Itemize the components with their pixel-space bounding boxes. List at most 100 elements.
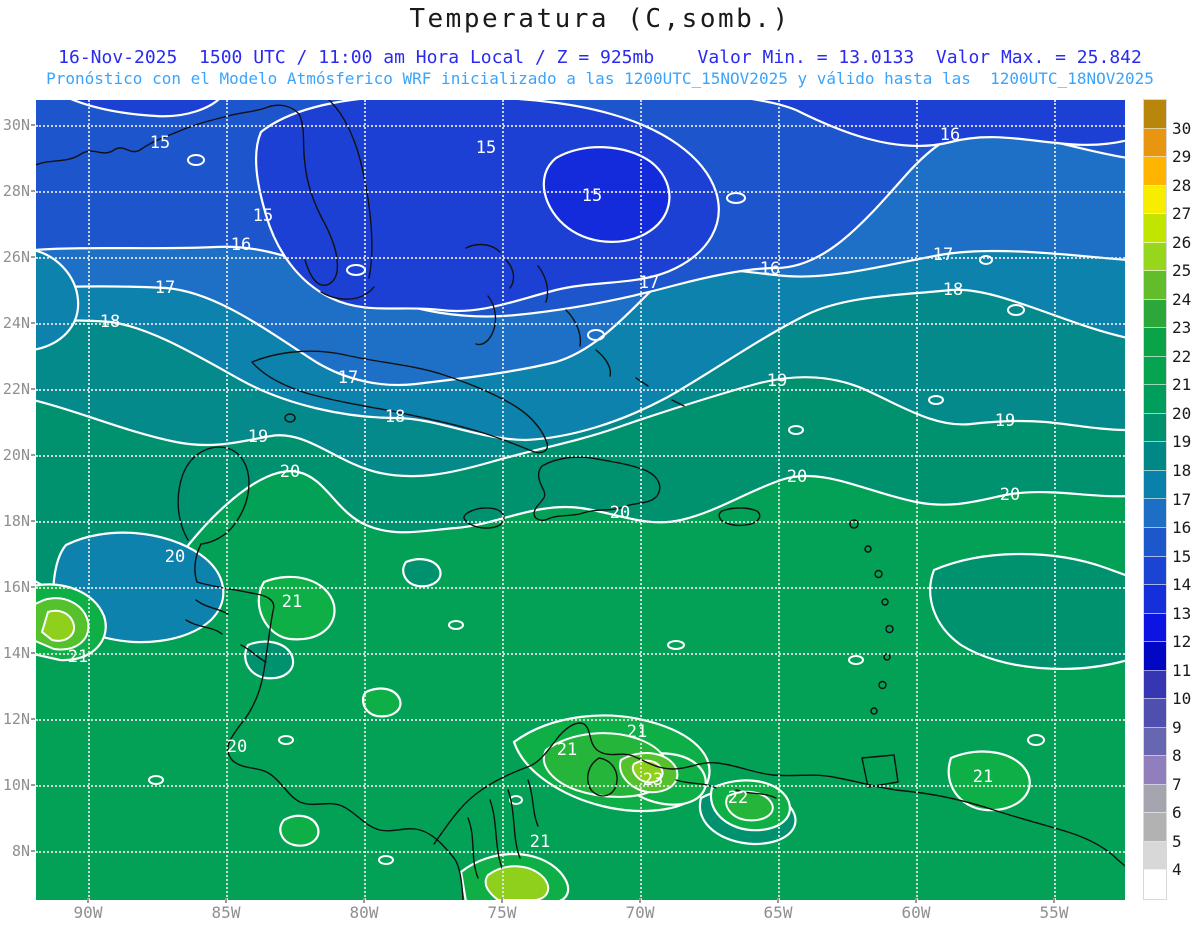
colorbar-tick-label: 28 (1172, 175, 1192, 195)
latitude-tick (31, 652, 35, 654)
gridline-vertical (916, 100, 918, 900)
colorbar-segment (1144, 100, 1166, 129)
contour-label: 21 (281, 592, 303, 612)
contour-label: 19 (994, 411, 1016, 431)
temp-core-24-25 (40, 609, 76, 642)
colorbar-segment (1144, 413, 1166, 443)
temp-patch-21-22 (279, 814, 320, 847)
colorbar-tick-label: 14 (1172, 575, 1192, 595)
colorbar-segment (1144, 613, 1166, 643)
contour-label: 21 (972, 767, 994, 787)
latitude-label: 30N (2, 116, 30, 134)
colorbar-segment (1144, 157, 1166, 186)
contour-label: 20 (279, 462, 301, 482)
colorbar-segment (1144, 242, 1166, 272)
gridline-horizontal (36, 389, 1125, 391)
latitude-label: 14N (2, 644, 30, 662)
colorbar-tick-label: 24 (1172, 289, 1192, 309)
gridline-vertical (226, 100, 228, 900)
colorbar-segment (1144, 299, 1166, 329)
latitude-tick (31, 718, 35, 720)
colorbar-segment (1144, 499, 1166, 528)
longitude-label: 90W (73, 903, 103, 922)
gridline-horizontal (36, 125, 1125, 127)
gridline-horizontal (36, 587, 1125, 589)
longitude-tick (639, 898, 641, 903)
colorbar-tick-label: 6 (1172, 803, 1182, 823)
contour-label: 15 (149, 133, 171, 153)
colorbar-tick-label: 7 (1172, 774, 1182, 794)
colorbar-segment (1144, 756, 1166, 785)
colorbar-tick-label: 18 (1172, 460, 1192, 480)
gridline-horizontal (36, 323, 1125, 325)
longitude-label: 60W (901, 903, 931, 922)
contour-label: 16 (939, 125, 961, 145)
latitude-tick (31, 388, 35, 390)
colorbar-tick-label: 21 (1172, 375, 1192, 395)
colorbar-segment (1144, 527, 1166, 557)
contour-label: 17 (932, 245, 954, 265)
colorbar-tick-label: 8 (1172, 746, 1182, 766)
latitude-tick (31, 124, 35, 126)
colorbar-tick-label: 15 (1172, 546, 1192, 566)
colorbar-tick-label: 29 (1172, 147, 1192, 167)
longitude-tick (777, 898, 779, 903)
latitude-tick (31, 784, 35, 786)
colorbar-segment (1144, 642, 1166, 671)
longitude-tick (1053, 898, 1055, 903)
latitude-label: 22N (2, 380, 30, 398)
contour-label: 22 (727, 788, 749, 808)
colorbar-tick-label: 12 (1172, 632, 1192, 652)
colorbar-segment (1144, 841, 1166, 871)
longitude-label: 65W (763, 903, 793, 922)
latitude-label: 16N (2, 578, 30, 596)
colorbar-tick-label: 22 (1172, 346, 1192, 366)
gridline-vertical (640, 100, 642, 900)
model-init-line: Pronóstico con el Modelo Atmósferico WRF… (46, 69, 1154, 88)
colorbar-tick-label: 23 (1172, 318, 1192, 338)
colorbar-segment (1144, 699, 1166, 728)
latitude-label: 8N (11, 842, 30, 860)
colorbar (1143, 99, 1167, 900)
contour-label: 19 (766, 371, 788, 391)
colorbar-tick-label: 19 (1172, 432, 1192, 452)
gridline-vertical (88, 100, 90, 900)
gridline-horizontal (36, 851, 1125, 853)
latitude-tick (31, 190, 35, 192)
gridline-vertical (1054, 100, 1056, 900)
colorbar-tick-label: 27 (1172, 204, 1192, 224)
colorbar-segment (1144, 585, 1166, 614)
map-canvas (36, 100, 1125, 900)
colorbar-segment (1144, 385, 1166, 414)
contour-label: 15 (475, 138, 497, 158)
latitude-label: 24N (2, 314, 30, 332)
map-area: 15 15 15 15 16 16 16 17 17 17 17 18 18 18 19 19 19 20 20 20… (36, 100, 1125, 900)
colorbar-segment (1144, 356, 1166, 386)
contour-label: 20 (786, 467, 808, 487)
latitude-tick (31, 586, 35, 588)
colorbar-tick-label: 26 (1172, 232, 1192, 252)
contour-label: 16 (230, 235, 252, 255)
gridline-horizontal (36, 455, 1125, 457)
colorbar-segment (1144, 470, 1166, 500)
colorbar-tick-label: 16 (1172, 518, 1192, 538)
contour-label: 20 (164, 547, 186, 567)
latitude-tick (31, 850, 35, 852)
latitude-label: 18N (2, 512, 30, 530)
longitude-tick (363, 898, 365, 903)
gridline-horizontal (36, 257, 1125, 259)
latitude-tick (31, 256, 35, 258)
colorbar-tick-label: 30 (1172, 118, 1192, 138)
longitude-label: 80W (349, 903, 379, 922)
latitude-label: 12N (2, 710, 30, 728)
gridline-vertical (778, 100, 780, 900)
longitude-tick (225, 898, 227, 903)
colorbar-tick-label: 9 (1172, 717, 1182, 737)
temp-patch-cool (402, 558, 442, 588)
gridline-horizontal (36, 785, 1125, 787)
latitude-label: 28N (2, 182, 30, 200)
colorbar-tick-label: 10 (1172, 689, 1192, 709)
temp-patch-cool (244, 640, 295, 680)
contour-label: 18 (384, 407, 406, 427)
latitude-tick (31, 520, 35, 522)
